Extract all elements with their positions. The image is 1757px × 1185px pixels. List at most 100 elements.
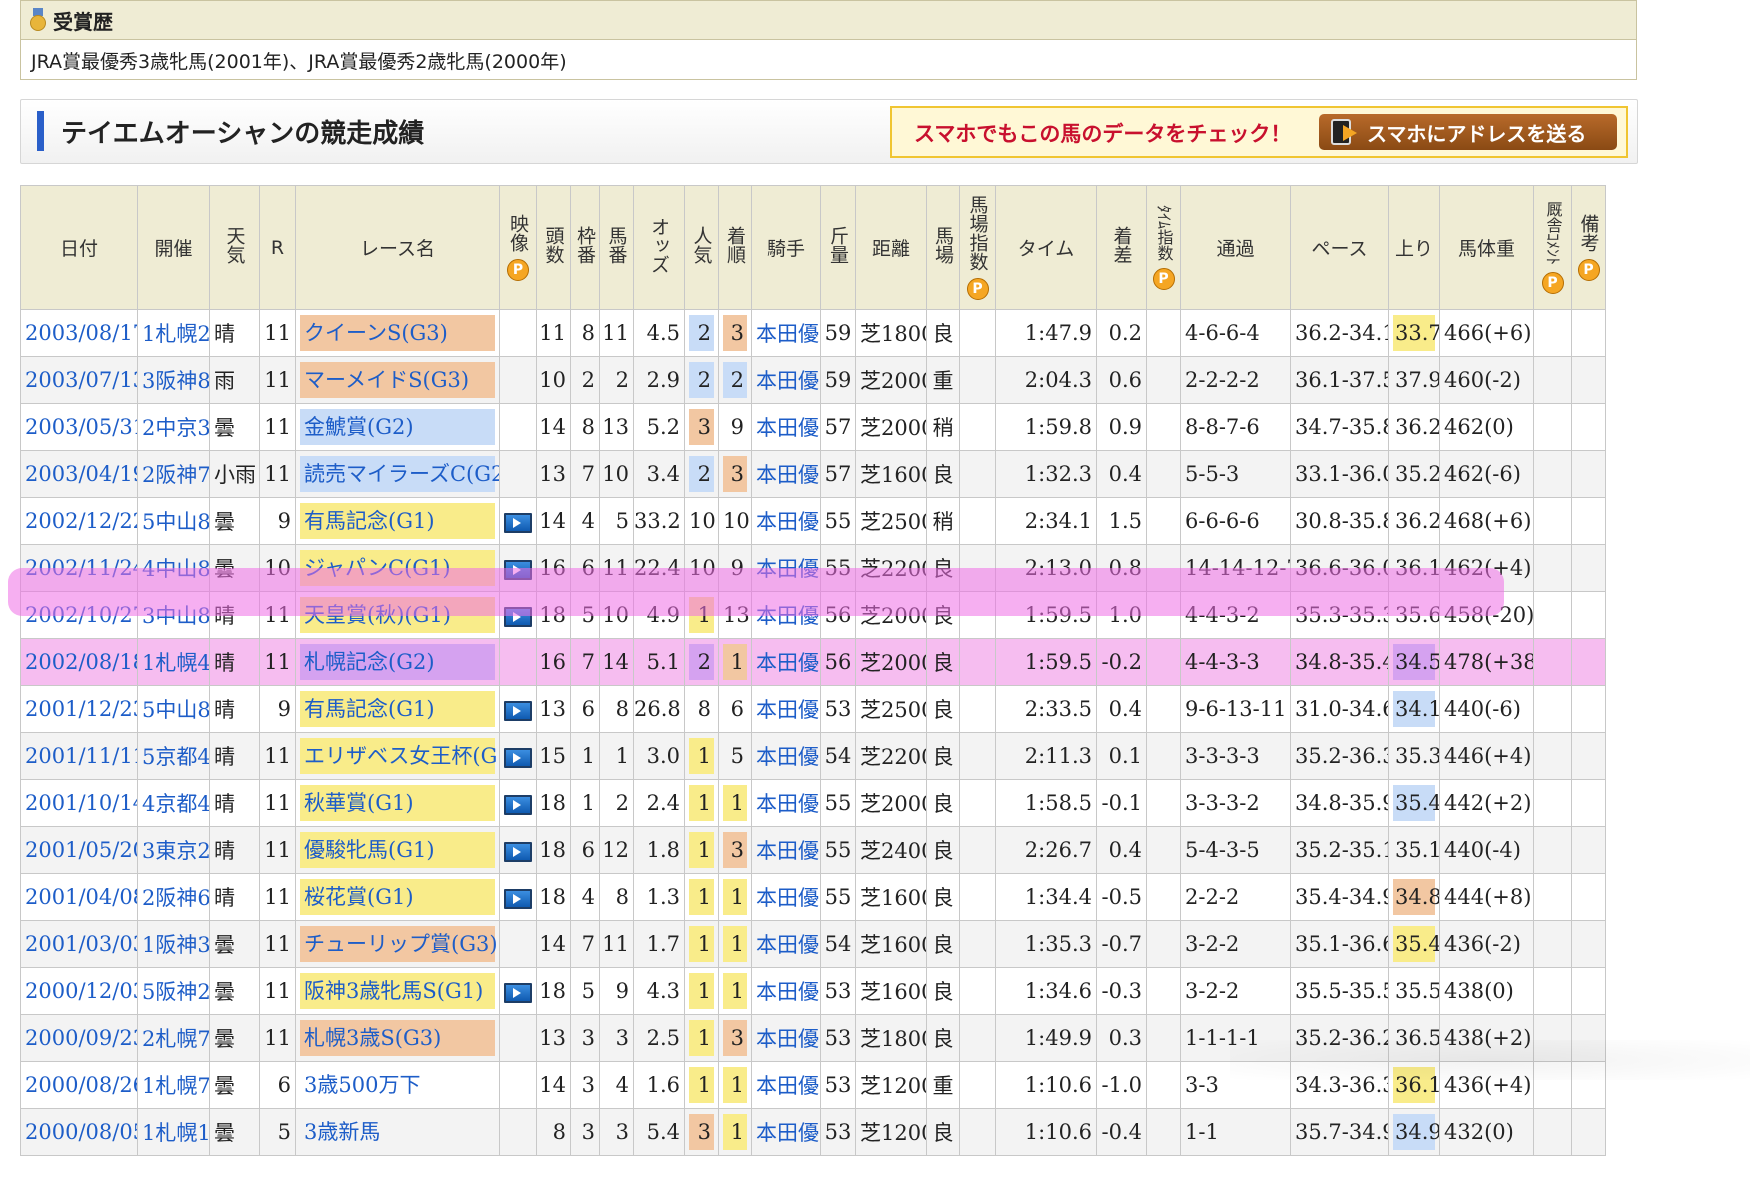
notes-cell: [1571, 638, 1606, 686]
passing-cell: 9-6-13-11: [1180, 685, 1291, 733]
kaisai-link[interactable]: 1札幌7: [142, 1074, 209, 1098]
race-name-link[interactable]: チューリップ賞(G3): [304, 932, 498, 956]
race-name-link[interactable]: 阪神3歳牝馬S(G1): [304, 979, 483, 1003]
race-name-link[interactable]: 桜花賞(G1): [304, 885, 414, 909]
kaisai-link[interactable]: 2札幌7: [142, 1027, 209, 1051]
jockey-link[interactable]: 本田優: [756, 933, 819, 957]
weather-cell: 晴: [209, 732, 260, 780]
jockey-link[interactable]: 本田優: [756, 557, 819, 581]
kaisai-link[interactable]: 1札幌2: [142, 322, 209, 346]
kaisai-link[interactable]: 1札幌4: [142, 651, 209, 675]
jockey-link[interactable]: 本田優: [756, 322, 819, 346]
weight-cell: 56: [820, 591, 856, 639]
notes-cell: [1571, 685, 1606, 733]
video-icon[interactable]: [504, 512, 532, 533]
jockey-link[interactable]: 本田優: [756, 745, 819, 769]
video-icon[interactable]: [504, 841, 532, 862]
date-link[interactable]: 2002/11/24: [25, 556, 137, 580]
race-name-link[interactable]: 有馬記念(G1): [304, 697, 435, 721]
date-link[interactable]: 2000/09/23: [25, 1026, 137, 1050]
date-link[interactable]: 2002/12/22: [25, 509, 137, 533]
kaisai-link[interactable]: 4中山8: [142, 557, 209, 581]
date-link[interactable]: 2001/10/14: [25, 791, 137, 815]
jockey-link[interactable]: 本田優: [756, 1027, 819, 1051]
race-name-link[interactable]: マーメイドS(G3): [304, 368, 469, 392]
date-link[interactable]: 2000/08/05: [25, 1120, 137, 1144]
video-icon[interactable]: [504, 559, 532, 580]
race-name-link[interactable]: 天皇賞(秋)(G1): [304, 603, 451, 627]
jockey-link[interactable]: 本田優: [756, 416, 819, 440]
premium-p-icon[interactable]: P: [1152, 268, 1175, 290]
video-icon[interactable]: [504, 747, 532, 768]
body-weight-cell: 432(0): [1439, 1108, 1534, 1156]
kaisai-link[interactable]: 5阪神2: [142, 980, 209, 1004]
date-link[interactable]: 2003/05/31: [25, 415, 137, 439]
video-icon[interactable]: [504, 794, 532, 815]
kaisai-link[interactable]: 5中山8: [142, 510, 209, 534]
race-name-link[interactable]: クイーンS(G3): [304, 321, 448, 345]
kaisai-link[interactable]: 3中山8: [142, 604, 209, 628]
jockey-link[interactable]: 本田優: [756, 792, 819, 816]
video-icon[interactable]: [504, 606, 532, 627]
kaisai-link[interactable]: 5京都4: [142, 745, 209, 769]
premium-p-icon[interactable]: P: [507, 259, 529, 281]
race-name-link[interactable]: 3歳500万下: [304, 1073, 420, 1097]
race-name-link[interactable]: 3歳新馬: [304, 1120, 380, 1144]
date-link[interactable]: 2002/10/27: [25, 603, 137, 627]
race-name-link[interactable]: 秋華賞(G1): [304, 791, 414, 815]
video-icon[interactable]: [504, 982, 532, 1003]
jockey-link[interactable]: 本田優: [756, 369, 819, 393]
margin-cell: 0.2: [1096, 309, 1147, 357]
video-icon[interactable]: [504, 888, 532, 909]
date-link[interactable]: 2001/03/03: [25, 932, 137, 956]
race-name-link[interactable]: 有馬記念(G1): [304, 509, 435, 533]
date-link[interactable]: 2003/04/19: [25, 462, 137, 486]
jockey-link[interactable]: 本田優: [756, 839, 819, 863]
odds-cell: 1.7: [633, 920, 685, 968]
race-name-link[interactable]: ジャパンC(G1): [304, 556, 451, 580]
race-name-link[interactable]: 札幌記念(G2): [304, 650, 435, 674]
jockey-link[interactable]: 本田優: [756, 886, 819, 910]
kaisai-link[interactable]: 1札幌1: [142, 1121, 209, 1145]
jockey-link[interactable]: 本田優: [756, 510, 819, 534]
kaisai-link[interactable]: 2阪神6: [142, 886, 209, 910]
date-link[interactable]: 2001/12/23: [25, 697, 137, 721]
jockey-link[interactable]: 本田優: [756, 463, 819, 487]
date-link[interactable]: 2002/08/18: [25, 650, 137, 674]
jockey-link[interactable]: 本田優: [756, 604, 819, 628]
date-link[interactable]: 2001/05/20: [25, 838, 137, 862]
video-icon[interactable]: [504, 700, 532, 721]
jockey-link[interactable]: 本田優: [756, 980, 819, 1004]
date-link[interactable]: 2003/08/17: [25, 321, 137, 345]
kaisai-link[interactable]: 1阪神3: [142, 933, 209, 957]
race-name-link[interactable]: 札幌3歳S(G3): [304, 1026, 441, 1050]
premium-p-icon[interactable]: P: [1541, 272, 1564, 294]
waku-cell: 5: [570, 967, 600, 1015]
col-popularity: 人気: [684, 185, 719, 310]
date-link[interactable]: 2000/08/26: [25, 1073, 137, 1097]
date-link[interactable]: 2000/12/03: [25, 979, 137, 1003]
date-link[interactable]: 2001/04/08: [25, 885, 137, 909]
race-name-cell: 金鯱賞(G2): [295, 403, 500, 451]
kaisai-link[interactable]: 3東京2: [142, 839, 209, 863]
kaisai-link[interactable]: 3阪神8: [142, 369, 209, 393]
premium-p-icon[interactable]: P: [1577, 259, 1600, 281]
date-link[interactable]: 2003/07/13: [25, 368, 137, 392]
date-link[interactable]: 2001/11/11: [25, 744, 137, 768]
race-name-link[interactable]: 読売マイラーズC(G2): [304, 462, 499, 486]
race-name-link[interactable]: 優駿牝馬(G1): [304, 838, 435, 862]
race-name-link[interactable]: エリザベス女王杯(G1): [304, 744, 499, 768]
kaisai-link[interactable]: 2阪神7: [142, 463, 209, 487]
date-cell: 2003/07/13: [20, 356, 138, 404]
race-name-link[interactable]: 金鯱賞(G2): [304, 415, 414, 439]
jockey-link[interactable]: 本田優: [756, 651, 819, 675]
kaisai-link[interactable]: 4京都4: [142, 792, 209, 816]
jockey-link[interactable]: 本田優: [756, 698, 819, 722]
kaisai-link[interactable]: 5中山8: [142, 698, 209, 722]
jockey-link[interactable]: 本田優: [756, 1121, 819, 1145]
kaisai-link[interactable]: 2中京3: [142, 416, 209, 440]
premium-p-icon[interactable]: P: [966, 278, 989, 300]
jockey-link[interactable]: 本田優: [756, 1074, 819, 1098]
race-name-bg: 3歳500万下: [300, 1067, 495, 1103]
send-to-smartphone-button[interactable]: スマホにアドレスを送る: [1319, 114, 1617, 150]
